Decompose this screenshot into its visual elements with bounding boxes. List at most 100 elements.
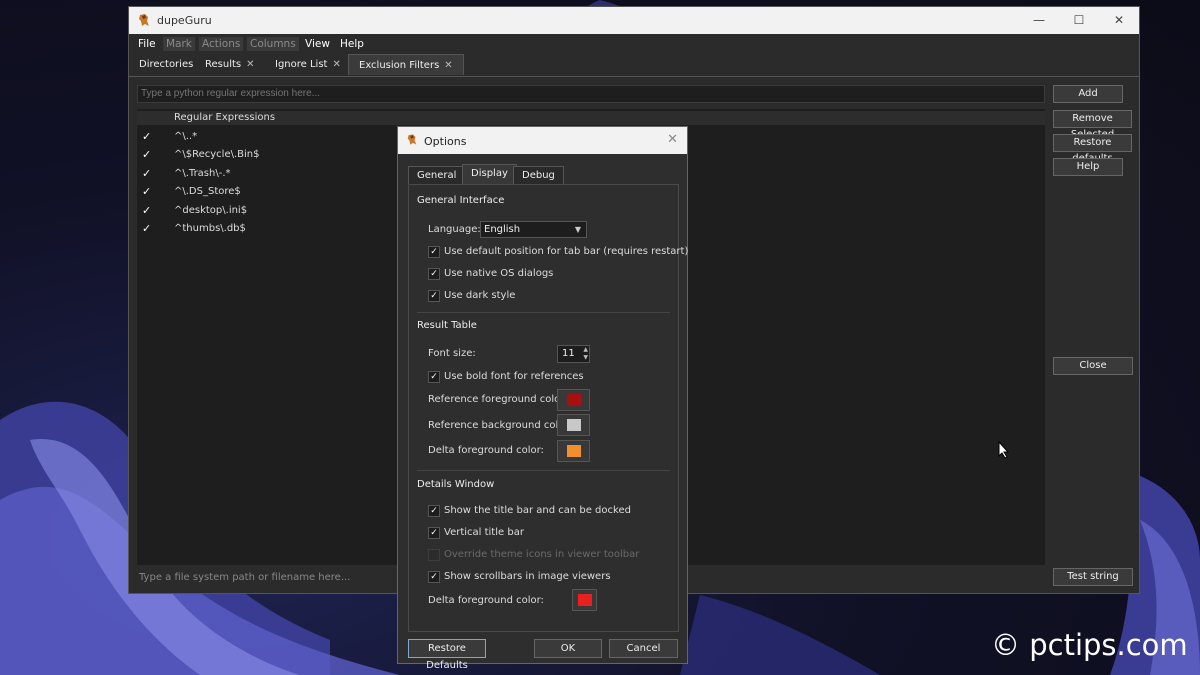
close-icon[interactable]: ✕ xyxy=(667,132,678,147)
regex-header-label: Regular Expressions xyxy=(174,112,276,123)
checkbox-box[interactable]: ✓ xyxy=(428,571,440,583)
ref-bg-color-label: Reference background color: xyxy=(428,420,572,431)
tab-results[interactable]: Results ✕ xyxy=(195,54,265,75)
main-tab-bar: Directories Results ✕ Ignore List ✕ Exclus… xyxy=(129,54,1139,77)
options-title: Options xyxy=(424,135,467,148)
checkbox-label: Override theme icons in viewer toolbar xyxy=(444,549,640,560)
regex-text: ^\.DS_Store$ xyxy=(174,186,241,197)
add-button[interactable]: Add xyxy=(1053,85,1123,103)
regex-text: ^desktop\.ini$ xyxy=(174,205,248,216)
remove-selected-button[interactable]: Remove Selected xyxy=(1053,110,1132,140)
regex-text: ^thumbs\.db$ xyxy=(174,223,246,234)
tab-debug[interactable]: Debug xyxy=(513,166,564,184)
tab-label: Ignore List xyxy=(275,59,328,70)
tab-display[interactable]: Display xyxy=(462,164,517,185)
regex-input[interactable] xyxy=(137,85,1045,103)
checkbox-label: Show scrollbars in image viewers xyxy=(444,571,611,582)
color-swatch xyxy=(567,419,581,431)
delta-fg-color-button[interactable] xyxy=(557,440,590,462)
check-icon[interactable]: ✓ xyxy=(142,148,151,161)
tab-general[interactable]: General xyxy=(408,166,466,184)
tab-label: Directories xyxy=(139,59,194,70)
close-button[interactable]: Close xyxy=(1053,357,1133,375)
tab-label: Exclusion Filters xyxy=(359,60,440,71)
pin-icon[interactable]: ✕ xyxy=(332,59,340,70)
regex-text: ^\$Recycle\.Bin$ xyxy=(174,149,260,160)
regex-row[interactable]: ✓ ^\..* xyxy=(137,128,397,146)
restore-defaults-dialog-button[interactable]: Restore Defaults xyxy=(408,639,486,671)
language-value: English xyxy=(484,224,521,235)
divider xyxy=(417,312,670,313)
check-icon[interactable]: ✓ xyxy=(142,130,151,143)
cancel-button[interactable]: Cancel xyxy=(609,639,678,658)
main-titlebar[interactable]: dupeGuru — ☐ ✕ xyxy=(129,7,1139,34)
language-label: Language: xyxy=(428,224,481,235)
main-window-title: dupeGuru xyxy=(157,14,212,27)
font-size-value: 11 xyxy=(562,348,575,359)
tab-exclusion-filters[interactable]: Exclusion Filters ✕ xyxy=(348,54,464,75)
details-delta-fg-color-button[interactable] xyxy=(572,589,597,611)
restore-defaults-button[interactable]: Restore defaults xyxy=(1053,134,1132,164)
check-icon[interactable]: ✓ xyxy=(142,167,151,180)
minimize-icon[interactable]: — xyxy=(1019,7,1059,34)
pin-icon[interactable]: ✕ xyxy=(444,60,452,71)
check-icon[interactable]: ✓ xyxy=(142,222,151,235)
menu-help[interactable]: Help xyxy=(337,37,367,51)
tab-directories[interactable]: Directories xyxy=(129,54,203,75)
mouse-cursor-icon xyxy=(998,441,1010,459)
help-button[interactable]: Help xyxy=(1053,158,1123,176)
divider xyxy=(417,470,670,471)
dupeguru-logo-icon xyxy=(139,14,149,26)
dupeguru-logo-icon xyxy=(407,134,417,145)
close-window-icon[interactable]: ✕ xyxy=(1099,7,1139,34)
menu-file[interactable]: File xyxy=(135,37,159,51)
font-size-label: Font size: xyxy=(428,348,476,359)
checkbox-label: Use bold font for references xyxy=(444,371,584,382)
regex-row[interactable]: ✓ ^desktop\.ini$ xyxy=(137,202,397,220)
menu-view[interactable]: View xyxy=(302,37,333,51)
watermark: © pctips.com xyxy=(991,628,1188,662)
color-swatch xyxy=(578,594,592,606)
checkbox-box[interactable] xyxy=(428,549,440,561)
ok-button[interactable]: OK xyxy=(534,639,602,658)
test-string-button[interactable]: Test string xyxy=(1053,568,1133,586)
checkbox-box[interactable]: ✓ xyxy=(428,371,440,383)
menu-actions[interactable]: Actions xyxy=(199,37,244,51)
check-icon[interactable]: ✓ xyxy=(142,204,151,217)
options-titlebar[interactable]: Options ✕ xyxy=(398,127,687,154)
menu-columns[interactable]: Columns xyxy=(247,37,299,51)
group-result-table: Result Table xyxy=(417,320,477,331)
menu-mark[interactable]: Mark xyxy=(163,37,195,51)
menu-bar: File Mark Actions Columns View Help xyxy=(129,34,1139,54)
checkbox-box[interactable]: ✓ xyxy=(428,246,440,258)
ref-bg-color-button[interactable] xyxy=(557,414,590,436)
display-tab-page: General Interface Language: English ▼ ✓ U… xyxy=(408,184,688,632)
checkbox-label: Vertical title bar xyxy=(444,527,524,538)
options-dialog: Options ✕ General Display Debug General … xyxy=(397,126,688,671)
checkbox-label: Use native OS dialogs xyxy=(444,268,554,279)
checkbox-label: Use default position for tab bar (requir… xyxy=(444,246,689,257)
ref-fg-color-label: Reference foreground color: xyxy=(428,394,568,405)
group-details-window: Details Window xyxy=(417,479,495,490)
font-size-spinbox[interactable]: 11 ▲ ▼ xyxy=(557,345,590,363)
regex-row[interactable]: ✓ ^thumbs\.db$ xyxy=(137,220,397,238)
checkbox-box[interactable]: ✓ xyxy=(428,268,440,280)
maximize-icon[interactable]: ☐ xyxy=(1059,7,1099,34)
spin-arrows-icon[interactable]: ▲ ▼ xyxy=(583,346,588,362)
checkbox-label: Use dark style xyxy=(444,290,516,301)
regex-row[interactable]: ✓ ^\.DS_Store$ xyxy=(137,183,397,201)
regex-row[interactable]: ✓ ^\.Trash\-.* xyxy=(137,165,397,183)
regex-column-header[interactable]: Regular Expressions xyxy=(137,111,1045,125)
pin-icon[interactable]: ✕ xyxy=(246,59,254,70)
ref-fg-color-button[interactable] xyxy=(557,389,590,411)
regex-text: ^\.Trash\-.* xyxy=(174,168,231,179)
tab-ignore-list[interactable]: Ignore List ✕ xyxy=(265,54,351,75)
checkbox-box[interactable]: ✓ xyxy=(428,527,440,539)
checkbox-box[interactable]: ✓ xyxy=(428,505,440,517)
regex-row[interactable]: ✓ ^\$Recycle\.Bin$ xyxy=(137,146,397,164)
language-select[interactable]: English ▼ xyxy=(480,221,587,238)
color-swatch xyxy=(567,445,581,457)
checkbox-box[interactable]: ✓ xyxy=(428,290,440,302)
check-icon[interactable]: ✓ xyxy=(142,185,151,198)
color-swatch xyxy=(567,394,581,406)
